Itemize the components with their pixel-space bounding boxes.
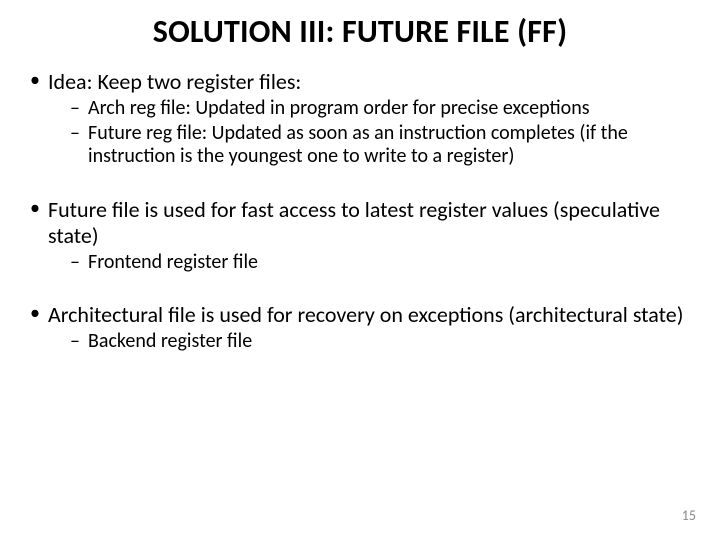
page-number: 15 [682,507,696,524]
bullet-list: Idea: Keep two register files: Arch reg … [22,69,698,169]
sub-bullet-text: Arch reg file: Updated in program order … [88,96,590,120]
slide-title: SOLUTION III: FUTURE FILE (FF) [22,12,698,51]
bullet-text: Architectural file is used for recovery … [48,301,683,328]
bullet-item: Architectural file is used for recovery … [28,302,698,354]
sub-bullet-item: Arch reg file: Updated in program order … [70,97,698,121]
sub-bullet-text: Future reg file: Updated as soon as an i… [88,121,628,169]
bullet-text: Idea: Keep two register files: [48,68,301,95]
spacer [22,276,698,302]
sub-bullet-list: Frontend register file [48,251,698,275]
bullet-item: Future file is used for fast access to l… [28,197,698,275]
bullet-item: Idea: Keep two register files: Arch reg … [28,69,698,169]
bullet-text: Future file is used for fast access to l… [48,196,660,249]
sub-bullet-item: Backend register file [70,330,698,354]
sub-bullet-text: Frontend register file [88,250,258,274]
sub-bullet-list: Arch reg file: Updated in program order … [48,97,698,169]
sub-bullet-item: Frontend register file [70,251,698,275]
sub-bullet-list: Backend register file [48,330,698,354]
sub-bullet-item: Future reg file: Updated as soon as an i… [70,122,698,169]
sub-bullet-text: Backend register file [88,329,252,353]
bullet-list: Future file is used for fast access to l… [22,197,698,275]
bullet-list: Architectural file is used for recovery … [22,302,698,354]
slide: SOLUTION III: FUTURE FILE (FF) Idea: Kee… [0,0,720,540]
spacer [22,171,698,197]
